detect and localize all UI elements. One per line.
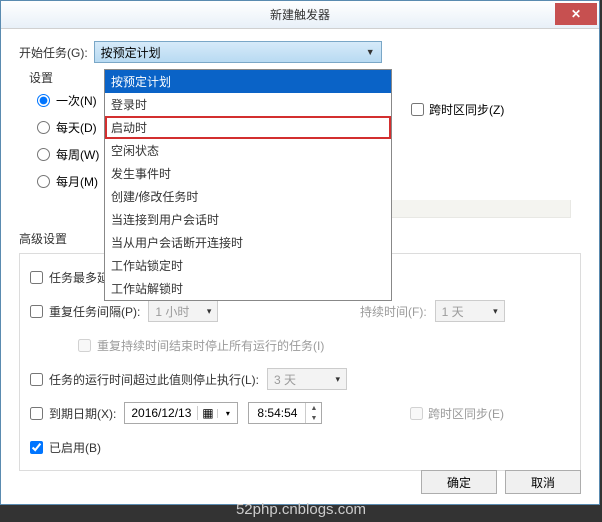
expire-label: 到期日期(X): (49, 405, 116, 422)
dropdown-option[interactable]: 当从用户会话断开连接时 (105, 231, 391, 254)
start-task-label: 开始任务(G): (19, 44, 88, 61)
stop-running-label: 重复持续时间结束时停止所有运行的任务(I) (97, 337, 324, 354)
close-icon: ✕ (571, 7, 581, 21)
trigger-dropdown: 按预定计划 登录时 启动时 空闲状态 发生事件时 创建/修改任务时 当连接到用户… (104, 69, 392, 301)
radio-weekly[interactable] (37, 148, 50, 161)
spinner-up-icon[interactable]: ▲ (306, 403, 321, 413)
settings-label: 设置 (29, 69, 53, 86)
expire-sync-checkbox (410, 407, 423, 420)
dropdown-option[interactable]: 工作站锁定时 (105, 254, 391, 277)
radio-once-label: 一次(N) (56, 92, 97, 109)
trigger-select-value: 按预定计划 (101, 44, 161, 61)
repeat-value: 1 小时 (155, 303, 189, 320)
delay-checkbox[interactable] (30, 271, 43, 284)
radio-monthly-label: 每月(M) (56, 173, 98, 190)
expire-date-value: 2016/12/13 (125, 404, 197, 422)
radio-daily[interactable] (37, 121, 50, 134)
stop-after-combo[interactable]: 3 天 ▾ (267, 368, 347, 390)
chevron-down-icon: ▼ (366, 47, 375, 57)
repeat-combo[interactable]: 1 小时 ▾ (148, 300, 218, 322)
expire-date-picker[interactable]: 2016/12/13 ▦ ▾ (124, 402, 238, 424)
ok-button[interactable]: 确定 (421, 470, 497, 494)
calendar-icon[interactable]: ▦ (197, 406, 217, 420)
radio-daily-label: 每天(D) (56, 119, 97, 136)
expire-time-value: 8:54:54 (249, 404, 305, 422)
sync-tz-label: 跨时区同步(Z) (429, 101, 504, 118)
spinner-down-icon[interactable]: ▼ (306, 413, 321, 423)
radio-once[interactable] (37, 94, 50, 107)
expire-checkbox[interactable] (30, 407, 43, 420)
enabled-label: 已启用(B) (49, 439, 101, 456)
repeat-label: 重复任务间隔(P): (49, 303, 140, 320)
chevron-down-icon: ▾ (493, 306, 498, 317)
stop-after-checkbox[interactable] (30, 373, 43, 386)
repeat-checkbox[interactable] (30, 305, 43, 318)
radio-monthly[interactable] (37, 175, 50, 188)
duration-label: 持续时间(F): (360, 303, 427, 320)
dropdown-option[interactable]: 登录时 (105, 93, 391, 116)
dropdown-option[interactable]: 当连接到用户会话时 (105, 208, 391, 231)
window-title: 新建触发器 (1, 6, 599, 23)
dropdown-option[interactable]: 空闲状态 (105, 139, 391, 162)
chevron-down-icon: ▾ (207, 306, 212, 317)
stop-after-label: 任务的运行时间超过此值则停止执行(L): (49, 371, 259, 388)
stop-running-checkbox (78, 339, 91, 352)
watermark: 52php.cnblogs.com (236, 501, 366, 518)
dropdown-option[interactable]: 按预定计划 (105, 70, 391, 93)
expire-sync-label: 跨时区同步(E) (428, 405, 504, 422)
enabled-checkbox[interactable] (30, 441, 43, 454)
duration-value: 1 天 (442, 303, 464, 320)
trigger-select[interactable]: 按预定计划 ▼ (94, 41, 382, 63)
dropdown-option[interactable]: 发生事件时 (105, 162, 391, 185)
dropdown-option-highlight[interactable]: 启动时 (105, 116, 391, 139)
close-button[interactable]: ✕ (555, 3, 597, 25)
stop-after-value: 3 天 (274, 371, 296, 388)
chevron-down-icon[interactable]: ▾ (217, 409, 237, 418)
sync-tz-checkbox[interactable] (411, 103, 424, 116)
titlebar: 新建触发器 ✕ (1, 1, 599, 29)
duration-combo[interactable]: 1 天 ▾ (435, 300, 505, 322)
dropdown-option[interactable]: 创建/修改任务时 (105, 185, 391, 208)
cancel-button[interactable]: 取消 (505, 470, 581, 494)
dropdown-option[interactable]: 工作站解锁时 (105, 277, 391, 300)
chevron-down-icon: ▾ (335, 374, 340, 385)
radio-weekly-label: 每周(W) (56, 146, 99, 163)
expire-time-spinner[interactable]: 8:54:54 ▲ ▼ (248, 402, 322, 424)
